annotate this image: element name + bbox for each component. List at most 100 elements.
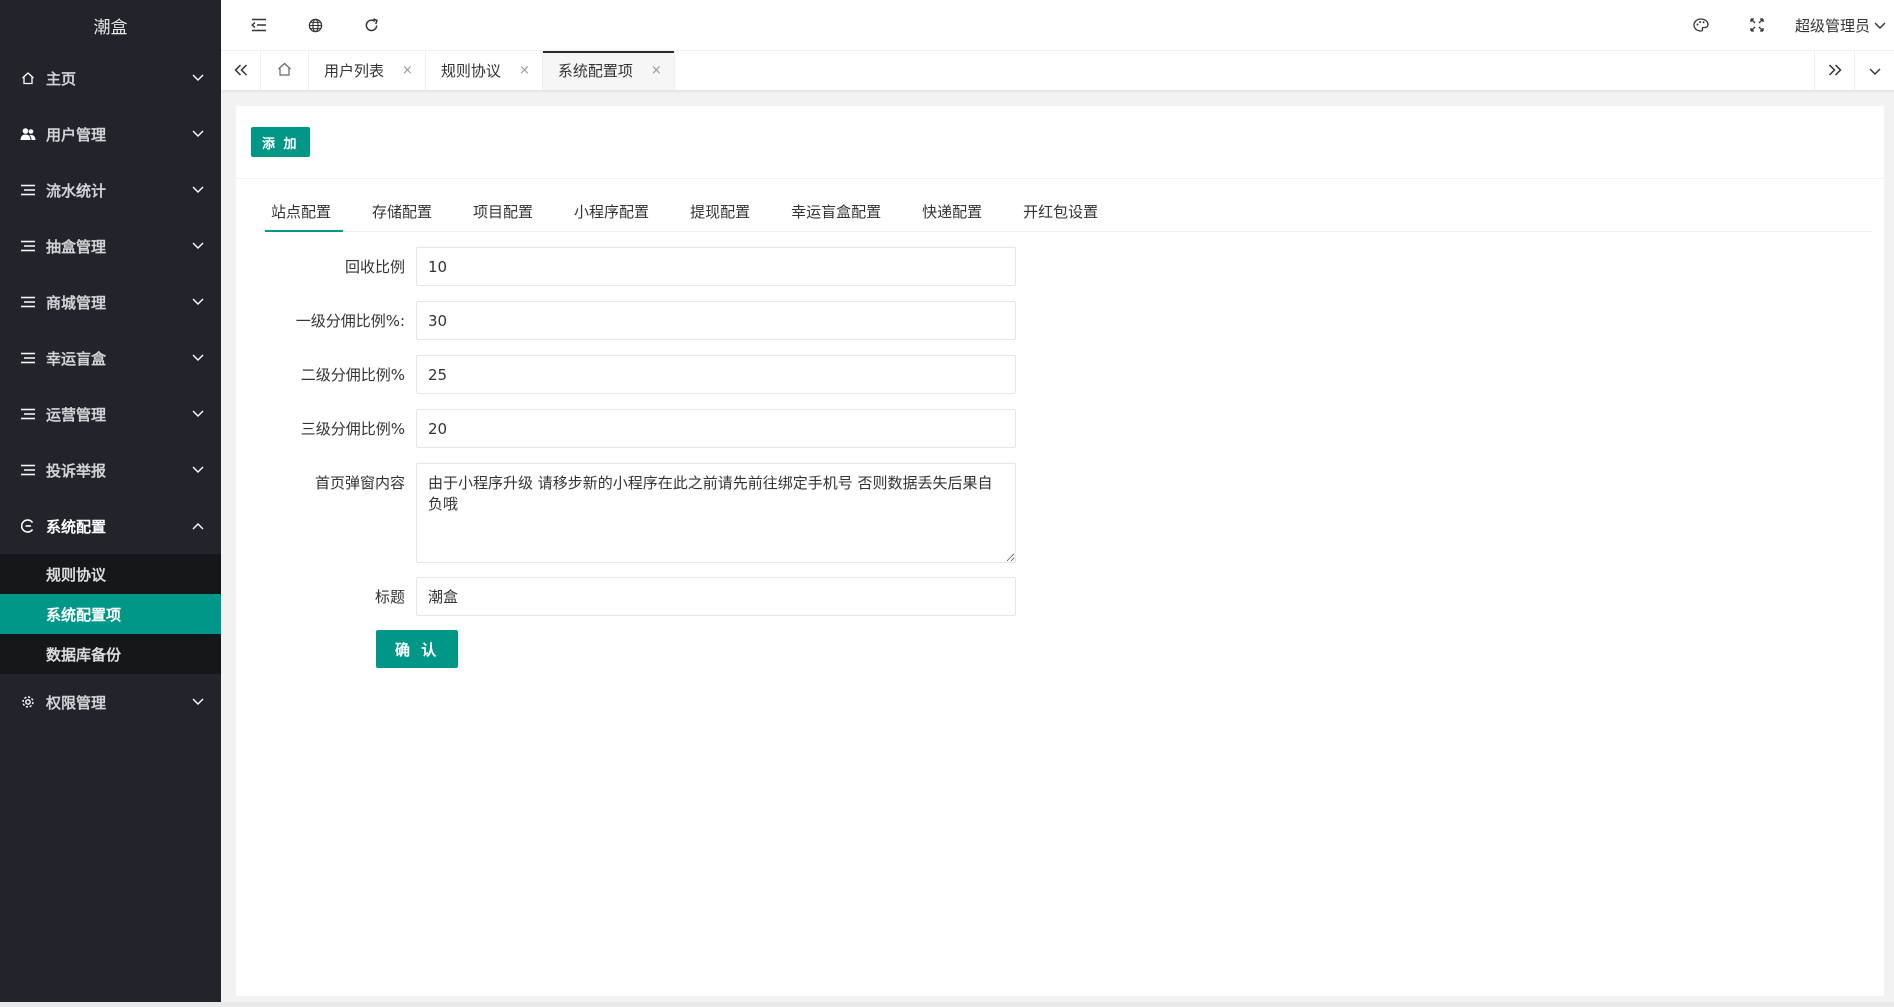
tab-site-config[interactable]: 站点配置: [265, 192, 344, 232]
chevron-up-icon: [191, 519, 205, 533]
bottom-bar: [0, 1002, 1894, 1007]
sidebar-item-system-config[interactable]: 系统配置: [0, 498, 221, 554]
add-button[interactable]: 添 加: [251, 127, 310, 157]
form-row-level2: 二级分佣比例%: [236, 355, 1884, 395]
sidebar-subitem-db-backup[interactable]: 数据库备份: [0, 634, 221, 674]
chevron-down-icon: [191, 407, 205, 421]
sidebar-item-operations[interactable]: 运营管理: [0, 386, 221, 442]
sidebar-item-label: 系统配置: [46, 517, 107, 536]
tab-user-list[interactable]: 用户列表 ×: [309, 51, 426, 90]
tab-red-packet-config[interactable]: 开红包设置: [1017, 192, 1110, 231]
sidebar-item-label: 商城管理: [46, 293, 107, 312]
sidebar-subitem-rules[interactable]: 规则协议: [0, 554, 221, 594]
level2-commission-input[interactable]: [416, 355, 1016, 394]
level3-commission-input[interactable]: [416, 409, 1016, 448]
app-logo-title: 潮盒: [93, 17, 128, 38]
recycle-ratio-label: 回收比例: [344, 258, 405, 276]
list-icon: [20, 462, 36, 478]
list-icon: [20, 350, 36, 366]
list-icon: [20, 406, 36, 422]
refresh-icon[interactable]: [343, 0, 399, 51]
user-menu[interactable]: 超级管理员: [1785, 15, 1894, 36]
tab-project-config[interactable]: 项目配置: [467, 192, 545, 231]
theme-palette-icon[interactable]: [1673, 0, 1729, 51]
chevron-down-icon: [191, 71, 205, 85]
submenu-system-config: 规则协议 系统配置项 数据库备份: [0, 554, 221, 674]
chevron-down-icon: [191, 127, 205, 141]
gear-icon: [20, 694, 36, 710]
sidebar-item-complaints[interactable]: 投诉举报: [0, 442, 221, 498]
chevron-down-icon: [191, 351, 205, 365]
tab-label: 规则协议: [440, 62, 501, 80]
sidebar-item-label: 流水统计: [46, 181, 107, 200]
content-card: 添 加 站点配置 存储配置 项目配置 小程序配置 提现配置 幸运盲盒配置 快递配…: [236, 106, 1884, 996]
tab-miniprogram-config[interactable]: 小程序配置: [568, 192, 661, 231]
level3-commission-label: 三级分佣比例%: [300, 420, 405, 438]
sidebar-item-box-draw[interactable]: 抽盒管理: [0, 218, 221, 274]
form-row-level1: 一级分佣比例%:: [236, 301, 1884, 341]
sidebar-item-label: 权限管理: [46, 693, 107, 712]
close-icon[interactable]: ×: [651, 63, 662, 78]
chevron-down-icon: [1869, 62, 1881, 80]
sidebar-item-permissions[interactable]: 权限管理: [0, 674, 221, 730]
sidebar-item-home[interactable]: 主页: [0, 50, 221, 106]
form-row-recycle-ratio: 回收比例: [236, 247, 1884, 287]
chevron-down-icon: [191, 239, 205, 253]
level1-commission-input[interactable]: [416, 301, 1016, 340]
sidebar-item-users[interactable]: 用户管理: [0, 106, 221, 162]
double-chevron-left-icon: [233, 62, 248, 80]
close-icon[interactable]: ×: [519, 63, 530, 78]
sidebar: 潮盒 主页 用户管理 流水统计 抽盒管理 商城管理 幸运盲盒 运营管理 投诉举报…: [0, 0, 221, 1002]
config-tabs: 站点配置 存储配置 项目配置 小程序配置 提现配置 幸运盲盒配置 快递配置 开红…: [265, 192, 1872, 232]
list-icon: [20, 238, 36, 254]
level1-commission-label: 一级分佣比例%:: [295, 312, 405, 330]
sidebar-item-label: 投诉举报: [46, 461, 107, 480]
tab-label: 系统配置项: [557, 62, 633, 80]
close-icon[interactable]: ×: [402, 63, 413, 78]
tab-storage-config[interactable]: 存储配置: [366, 192, 444, 231]
sidebar-item-label: 主页: [46, 69, 77, 88]
double-chevron-right-icon: [1828, 62, 1842, 80]
site-config-form: 回收比例 一级分佣比例%: 二级分佣比例% 三级分佣比例% 首页弹窗内容 由于小…: [236, 232, 1884, 668]
popup-content-textarea[interactable]: 由于小程序升级 请移步新的小程序在此之前请先前往绑定手机号 否则数据丢失后果自负…: [416, 463, 1016, 563]
recycle-ratio-input[interactable]: [416, 247, 1016, 286]
list-icon: [20, 182, 36, 198]
tab-rules[interactable]: 规则协议 ×: [426, 51, 543, 90]
top-header: 超级管理员: [221, 0, 1894, 51]
fullscreen-icon[interactable]: [1729, 0, 1785, 51]
title-label: 标题: [374, 588, 405, 606]
confirm-button[interactable]: 确 认: [376, 630, 459, 668]
tab-system-config-items[interactable]: 系统配置项 ×: [542, 51, 675, 90]
tab-lucky-box-config[interactable]: 幸运盲盒配置: [785, 192, 893, 231]
chevron-down-icon: [1874, 16, 1886, 34]
tabs-scroll-left-button[interactable]: [221, 51, 261, 90]
chevron-down-icon: [191, 695, 205, 709]
menu-collapse-icon[interactable]: [231, 0, 287, 51]
sidebar-item-lucky-box[interactable]: 幸运盲盒: [0, 330, 221, 386]
sidebar-item-label: 用户管理: [46, 125, 107, 144]
tab-express-config[interactable]: 快递配置: [916, 192, 994, 231]
sidebar-subitem-system-config-items[interactable]: 系统配置项: [0, 594, 221, 634]
home-icon: [277, 62, 292, 80]
tabs-dropdown-button[interactable]: [1854, 51, 1894, 90]
tabs-scroll-right-button[interactable]: [1814, 51, 1854, 90]
home-icon: [20, 70, 36, 86]
card-toolbar: 添 加: [236, 106, 1884, 179]
sidebar-item-label: 运营管理: [46, 405, 107, 424]
tab-home[interactable]: [261, 51, 309, 90]
sidebar-item-mall[interactable]: 商城管理: [0, 274, 221, 330]
globe-icon[interactable]: [287, 0, 343, 51]
form-row-popup: 首页弹窗内容 由于小程序升级 请移步新的小程序在此之前请先前往绑定手机号 否则数…: [236, 463, 1884, 563]
popup-content-label: 首页弹窗内容: [314, 474, 405, 492]
form-row-title: 标题: [236, 577, 1884, 617]
settings-icon: [20, 518, 36, 534]
users-icon: [20, 126, 36, 142]
title-input[interactable]: [416, 577, 1016, 616]
chevron-down-icon: [191, 295, 205, 309]
user-name: 超级管理员: [1794, 16, 1870, 35]
sidebar-menu: 主页 用户管理 流水统计 抽盒管理 商城管理 幸运盲盒 运营管理 投诉举报 系统…: [0, 50, 221, 730]
chevron-down-icon: [191, 183, 205, 197]
page-tabs-bar: 用户列表 × 规则协议 × 系统配置项 ×: [221, 51, 1894, 91]
tab-withdraw-config[interactable]: 提现配置: [684, 192, 762, 231]
sidebar-item-flow-stats[interactable]: 流水统计: [0, 162, 221, 218]
